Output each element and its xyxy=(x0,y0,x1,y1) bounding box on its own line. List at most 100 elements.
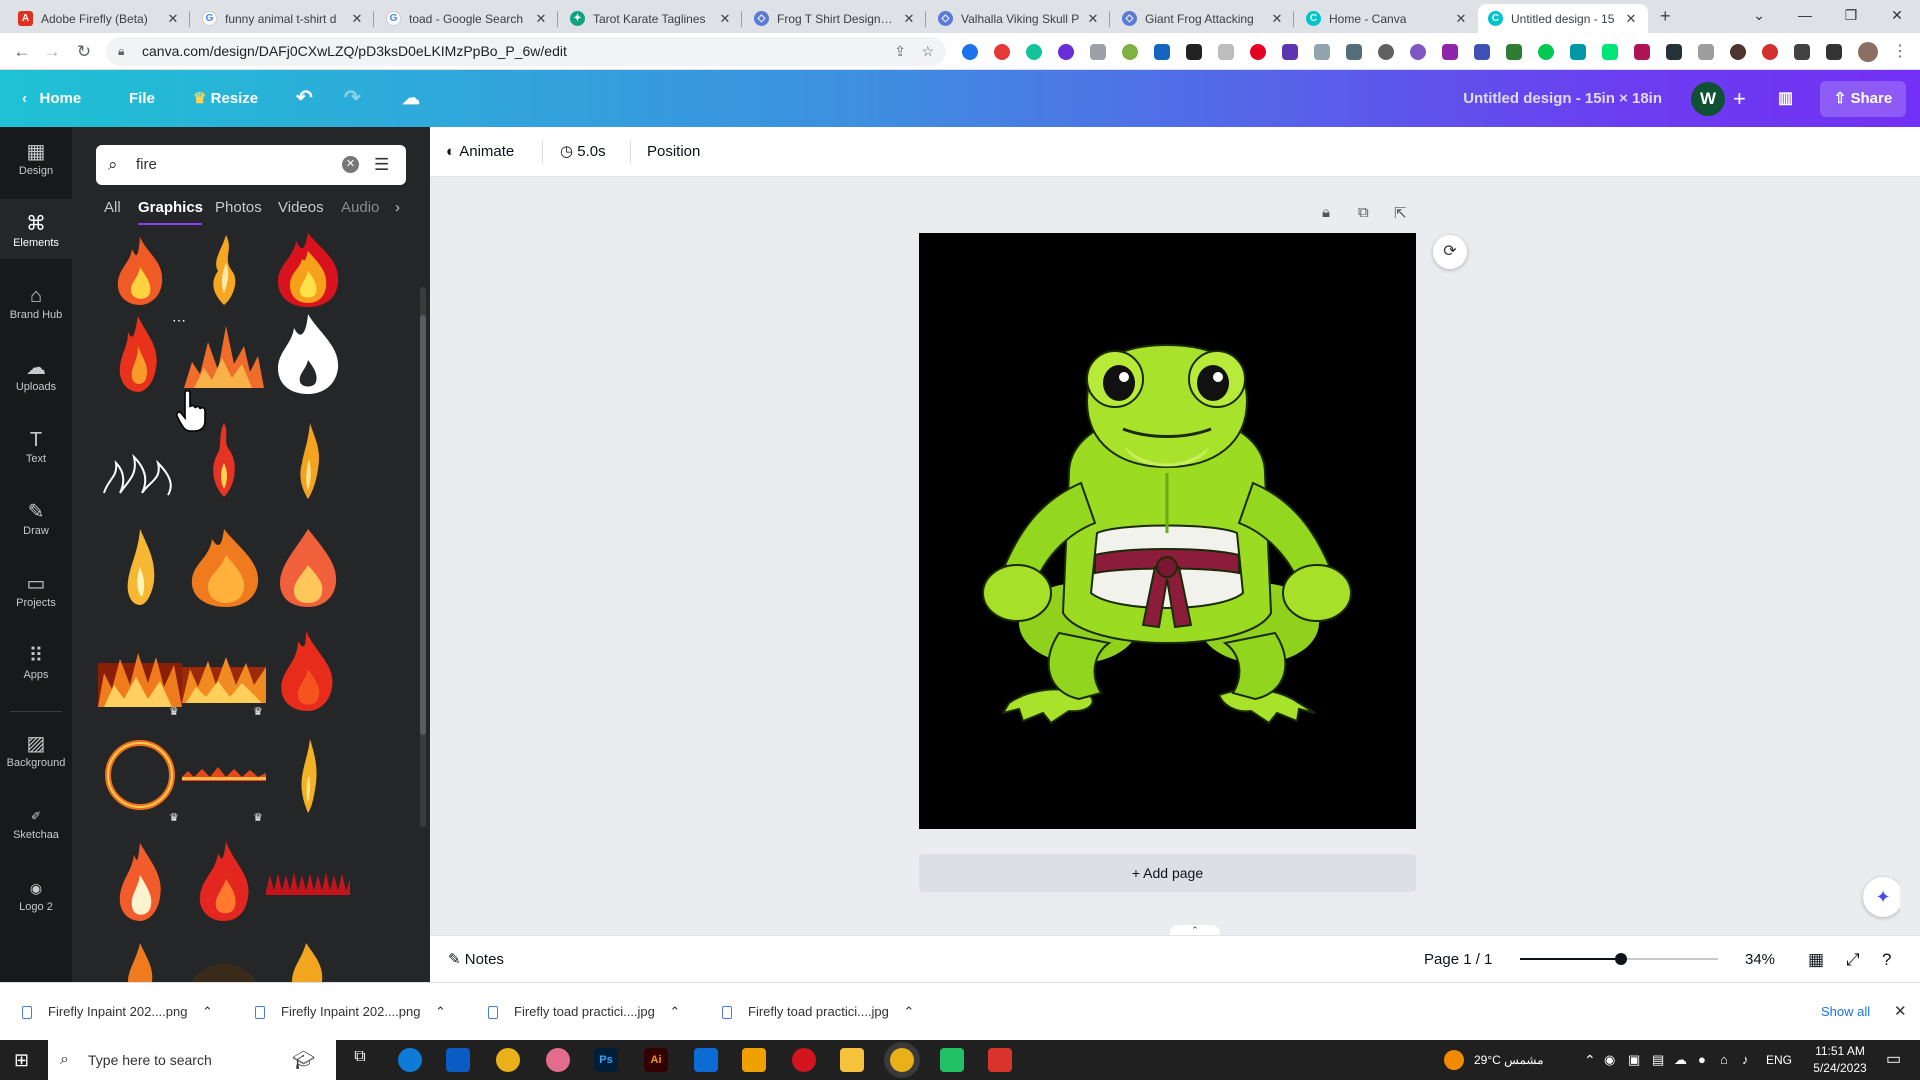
extension-icon[interactable] xyxy=(1538,44,1554,60)
rail-item-apps[interactable]: ⠿ Apps xyxy=(0,631,72,691)
close-tab-icon[interactable]: ✕ xyxy=(166,11,180,27)
tab-all[interactable]: All xyxy=(104,199,121,216)
rail-item-sketchaa[interactable]: ✐ Sketchaa xyxy=(0,791,72,851)
fire-graphic-thumbnail[interactable] xyxy=(182,525,266,609)
notifications-icon[interactable]: ▭ xyxy=(1886,1040,1901,1080)
app-icon[interactable] xyxy=(546,1048,570,1072)
scrollbar-thumb[interactable] xyxy=(420,315,426,735)
file-menu-button[interactable]: File xyxy=(129,70,155,127)
fire-graphic-thumbnail[interactable] xyxy=(98,312,182,396)
pinterest-icon[interactable] xyxy=(1250,44,1266,60)
fire-ring-graphic-thumbnail[interactable] xyxy=(98,733,182,817)
minimize-button[interactable]: — xyxy=(1782,0,1828,33)
close-downloads-icon[interactable]: ✕ xyxy=(1894,983,1907,1041)
tray-app-icon[interactable]: ▤ xyxy=(1652,1040,1664,1080)
download-item[interactable]: Firefly Inpaint 202....png ⌃ xyxy=(22,983,213,1041)
download-item[interactable]: Firefly Inpaint 202....png ⌃ xyxy=(255,983,446,1041)
extension-icon[interactable] xyxy=(1314,44,1330,60)
chrome-active-icon[interactable] xyxy=(890,1048,914,1072)
fire-line-graphic-thumbnail[interactable] xyxy=(182,733,266,817)
duration-button[interactable]: ◷ 5.0s xyxy=(560,127,606,177)
extension-icon[interactable] xyxy=(1058,44,1074,60)
extension-icon[interactable] xyxy=(1378,44,1394,60)
tray-app-icon[interactable]: ◉ xyxy=(1604,1040,1615,1080)
extension-icon[interactable] xyxy=(1570,44,1586,60)
add-collaborator-icon[interactable]: + xyxy=(1733,70,1746,127)
extension-icon[interactable] xyxy=(1218,44,1234,60)
share-page-icon[interactable]: ⇪ xyxy=(894,37,906,66)
zoom-slider[interactable] xyxy=(1520,953,1718,965)
fire-graphic-thumbnail[interactable] xyxy=(182,839,266,923)
reload-icon[interactable]: ↻ xyxy=(70,38,98,66)
browser-tab[interactable]: ✦ Tarot Karate Taglines ✕ xyxy=(560,4,742,33)
extension-icon[interactable] xyxy=(1666,44,1682,60)
tray-chevron-icon[interactable]: ⌃ xyxy=(1584,1040,1596,1080)
windows-start-icon[interactable]: ⊞ xyxy=(14,1050,34,1070)
clock[interactable]: 11:51 AM 5/24/2023 xyxy=(1808,1043,1872,1077)
share-button[interactable]: ⇧ Share xyxy=(1820,81,1906,117)
rail-item-projects[interactable]: ▭ Projects xyxy=(0,559,72,619)
fire-graphic-thumbnail[interactable] xyxy=(266,312,350,396)
avatar[interactable]: W xyxy=(1691,82,1725,116)
design-page[interactable] xyxy=(919,233,1416,829)
download-item[interactable]: Firefly toad practici....jpg ⌃ xyxy=(488,983,680,1041)
fire-graphic-thumbnail[interactable] xyxy=(266,525,350,609)
chevron-up-icon[interactable]: ⌃ xyxy=(202,1004,213,1019)
camtasia-icon[interactable] xyxy=(940,1048,964,1072)
forward-icon[interactable]: → xyxy=(38,38,66,66)
mail-icon[interactable] xyxy=(694,1048,718,1072)
extension-icon[interactable] xyxy=(962,44,978,60)
notes-button[interactable]: ✎ Notes xyxy=(448,936,504,983)
lock-page-icon[interactable]: 🔒︎ xyxy=(1322,204,1330,221)
extension-icon[interactable] xyxy=(1154,44,1170,60)
tab-search-icon[interactable]: ⌄ xyxy=(1736,0,1782,33)
close-tab-icon[interactable]: ✕ xyxy=(350,11,364,27)
extension-icon[interactable] xyxy=(1506,44,1522,60)
puzzle-icon[interactable] xyxy=(1794,44,1810,60)
animate-button[interactable]: ◐ Animate xyxy=(446,127,514,177)
browser-tab[interactable]: A Adobe Firefly (Beta) ✕ xyxy=(8,4,190,33)
download-item[interactable]: Firefly toad practici....jpg ⌃ xyxy=(722,983,914,1041)
zoom-level[interactable]: 34% xyxy=(1745,936,1775,983)
home-button[interactable]: ‹ Home xyxy=(22,70,81,127)
new-tab-button[interactable]: + xyxy=(1660,6,1671,27)
fire-graphic-thumbnail[interactable] xyxy=(98,525,182,609)
extension-icon[interactable] xyxy=(1474,44,1490,60)
fire-photo-graphic-thumbnail[interactable] xyxy=(182,629,266,713)
volume-icon[interactable]: ♪ xyxy=(1742,1040,1749,1080)
profile-avatar[interactable] xyxy=(1858,42,1878,62)
fire-border-graphic-thumbnail[interactable] xyxy=(266,839,350,923)
search-input[interactable]: ⌕ fire ✕ ☰ xyxy=(96,145,406,185)
add-page-button[interactable]: + Add page xyxy=(919,854,1416,892)
task-view-icon[interactable]: ⧉ xyxy=(348,1048,372,1072)
fire-graphic-thumbnail[interactable] xyxy=(98,227,182,311)
fire-graphic-thumbnail[interactable] xyxy=(98,839,182,923)
grammarly-icon[interactable] xyxy=(1026,44,1042,60)
tab-audio[interactable]: Audio xyxy=(341,199,379,216)
position-button[interactable]: Position xyxy=(647,127,700,177)
extension-icon[interactable] xyxy=(1730,44,1746,60)
fire-graphic-thumbnail[interactable] xyxy=(266,419,350,503)
extension-icon[interactable] xyxy=(1698,44,1714,60)
browser-tab[interactable]: ◇ Valhalla Viking Skull P ✕ xyxy=(928,4,1110,33)
close-tab-icon[interactable]: ✕ xyxy=(902,11,916,27)
chevron-up-icon[interactable]: ⌃ xyxy=(903,1004,914,1019)
add-page-icon[interactable]: ⇱ xyxy=(1394,204,1407,222)
photoshop-icon[interactable]: Ps xyxy=(594,1048,618,1072)
rail-item-draw[interactable]: ✎ Draw xyxy=(0,487,72,547)
chrome-icon[interactable] xyxy=(496,1048,520,1072)
undo-icon[interactable]: ↶ xyxy=(296,70,313,127)
fire-graphic-thumbnail[interactable] xyxy=(266,733,350,817)
resize-button[interactable]: ♛ Resize xyxy=(193,70,258,127)
extension-icon[interactable] xyxy=(1122,44,1138,60)
weather-text[interactable]: 29°C مشمس xyxy=(1474,1040,1544,1080)
zoom-slider-knob[interactable] xyxy=(1615,953,1627,965)
clear-search-icon[interactable]: ✕ xyxy=(342,156,359,173)
rail-item-brand-hub[interactable]: ⌂ Brand Hub xyxy=(0,271,72,331)
microphone-icon[interactable]: ● xyxy=(1698,1040,1706,1080)
fullscreen-icon[interactable]: ⤢ xyxy=(1846,936,1860,983)
close-tab-icon[interactable]: ✕ xyxy=(1454,11,1468,27)
opera-icon[interactable] xyxy=(792,1048,816,1072)
rail-item-elements[interactable]: ⌘ Elements xyxy=(0,199,72,259)
grid-view-icon[interactable]: ▦ xyxy=(1808,936,1824,983)
